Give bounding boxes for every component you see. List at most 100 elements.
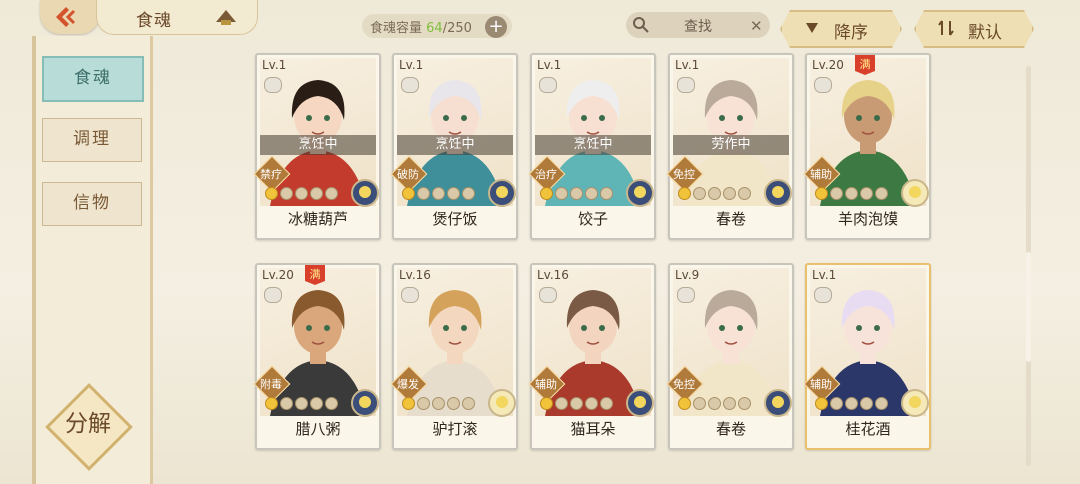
chip-icon (264, 77, 282, 93)
star-icon (693, 187, 706, 200)
star-icon (830, 397, 843, 410)
chip-icon (677, 77, 695, 93)
food-soul-card[interactable]: Lv.20 满附毒 腊八粥 (253, 263, 381, 450)
level-label: Lv.20 (262, 268, 294, 282)
role-label: 破防 (397, 168, 419, 181)
star-icon (600, 397, 613, 410)
star-rating (402, 187, 475, 200)
food-soul-card[interactable]: Lv.16 辅助猫耳朵 (528, 263, 656, 450)
star-icon (585, 187, 598, 200)
element-icon (488, 179, 516, 207)
flower-icon (359, 186, 371, 198)
star-rating (402, 397, 475, 410)
star-icon (432, 187, 445, 200)
card-name: 腊八粥 (295, 420, 341, 438)
food-soul-card[interactable]: Lv.1 烹饪中破防煲仔饭 (390, 53, 518, 240)
star-icon (830, 187, 843, 200)
star-icon (815, 187, 828, 200)
star-icon (555, 187, 568, 200)
card-name: 猫耳朵 (570, 420, 616, 438)
food-soul-card[interactable]: Lv.1 劳作中 免控 春卷 (666, 53, 794, 240)
star-icon (875, 187, 888, 200)
element-icon (488, 389, 516, 417)
sort-desc-button[interactable]: 降序 (780, 10, 902, 48)
capacity-total: /250 (442, 21, 472, 36)
star-icon (570, 187, 583, 200)
sort-default-button[interactable]: 默认 (914, 10, 1034, 48)
sort-down-icon (804, 19, 820, 37)
role-label: 辅助 (535, 378, 557, 391)
element-icon (351, 179, 379, 207)
food-soul-card[interactable]: Lv.20 满辅助 羊肉泡馍 (803, 53, 931, 240)
flower-icon (634, 186, 646, 198)
element-icon (626, 389, 654, 417)
star-icon (678, 187, 691, 200)
element-icon (351, 389, 379, 417)
status-banner: 烹饪中 (397, 135, 513, 155)
decompose-button[interactable]: 分解 (45, 383, 133, 471)
star-icon (402, 187, 415, 200)
level-label: Lv.9 (675, 268, 700, 282)
star-icon (708, 397, 721, 410)
level-label: Lv.1 (812, 268, 837, 282)
level-label: Lv.16 (537, 268, 569, 282)
level-label: Lv.20 (812, 58, 844, 72)
chip-icon (264, 287, 282, 303)
sidebar-item-food-soul[interactable]: 食魂 (42, 56, 144, 102)
sidebar-item-adjust[interactable]: 调理 (42, 118, 142, 162)
star-icon (815, 397, 828, 410)
star-icon (678, 397, 691, 410)
star-icon (280, 397, 293, 410)
status-banner: 烹饪中 (260, 135, 376, 155)
max-level-badge: 满 (305, 265, 325, 285)
food-soul-card[interactable]: Lv.1 烹饪中 治疗 饺子 (528, 53, 656, 240)
food-soul-card[interactable]: Lv.16 爆发 驴打滚 (390, 263, 518, 450)
star-icon (585, 397, 598, 410)
chip-icon (539, 77, 557, 93)
flower-icon (359, 396, 371, 408)
search-box[interactable]: 查找 ✕ (626, 12, 770, 38)
capacity-label: 食魂容量 (370, 21, 423, 36)
star-icon (417, 397, 430, 410)
back-button[interactable] (52, 5, 80, 29)
star-rating (540, 187, 613, 200)
star-rating (540, 397, 613, 410)
decompose-label: 分解 (65, 411, 111, 437)
star-rating (265, 187, 338, 200)
star-icon (325, 187, 338, 200)
star-icon (280, 187, 293, 200)
star-rating (815, 187, 888, 200)
chip-icon (401, 287, 419, 303)
star-icon (600, 187, 613, 200)
role-label: 辅助 (810, 168, 832, 181)
clear-icon[interactable]: ✕ (750, 17, 763, 35)
star-icon (462, 397, 475, 410)
star-icon (845, 187, 858, 200)
chip-icon (539, 287, 557, 303)
food-soul-card[interactable]: Lv.9 免控 春卷 (666, 263, 794, 450)
food-soul-card[interactable]: Lv.1 辅助 桂花酒 (803, 263, 931, 450)
sidebar-item-token[interactable]: 信物 (42, 182, 142, 226)
star-icon (265, 397, 278, 410)
star-icon (708, 187, 721, 200)
level-label: Lv.1 (399, 58, 424, 72)
scrollbar-thumb[interactable] (1026, 252, 1031, 362)
sort-toggle-icon (938, 19, 954, 37)
card-name: 驴打滚 (432, 420, 478, 438)
chip-icon (814, 77, 832, 93)
add-capacity-button[interactable]: + (485, 16, 507, 38)
flower-icon (772, 396, 784, 408)
food-soul-card[interactable]: Lv.1 烹饪中 禁疗 冰糖葫芦 (253, 53, 381, 240)
star-rating (815, 397, 888, 410)
star-icon (738, 397, 751, 410)
card-name: 煲仔饭 (432, 210, 478, 228)
sort-default-label: 默认 (968, 23, 1002, 43)
card-name: 羊肉泡馍 (837, 210, 898, 228)
search-icon (633, 17, 649, 33)
element-icon (764, 389, 792, 417)
star-icon (325, 397, 338, 410)
element-icon (901, 179, 929, 207)
star-icon (310, 397, 323, 410)
star-icon (540, 187, 553, 200)
star-icon (860, 187, 873, 200)
